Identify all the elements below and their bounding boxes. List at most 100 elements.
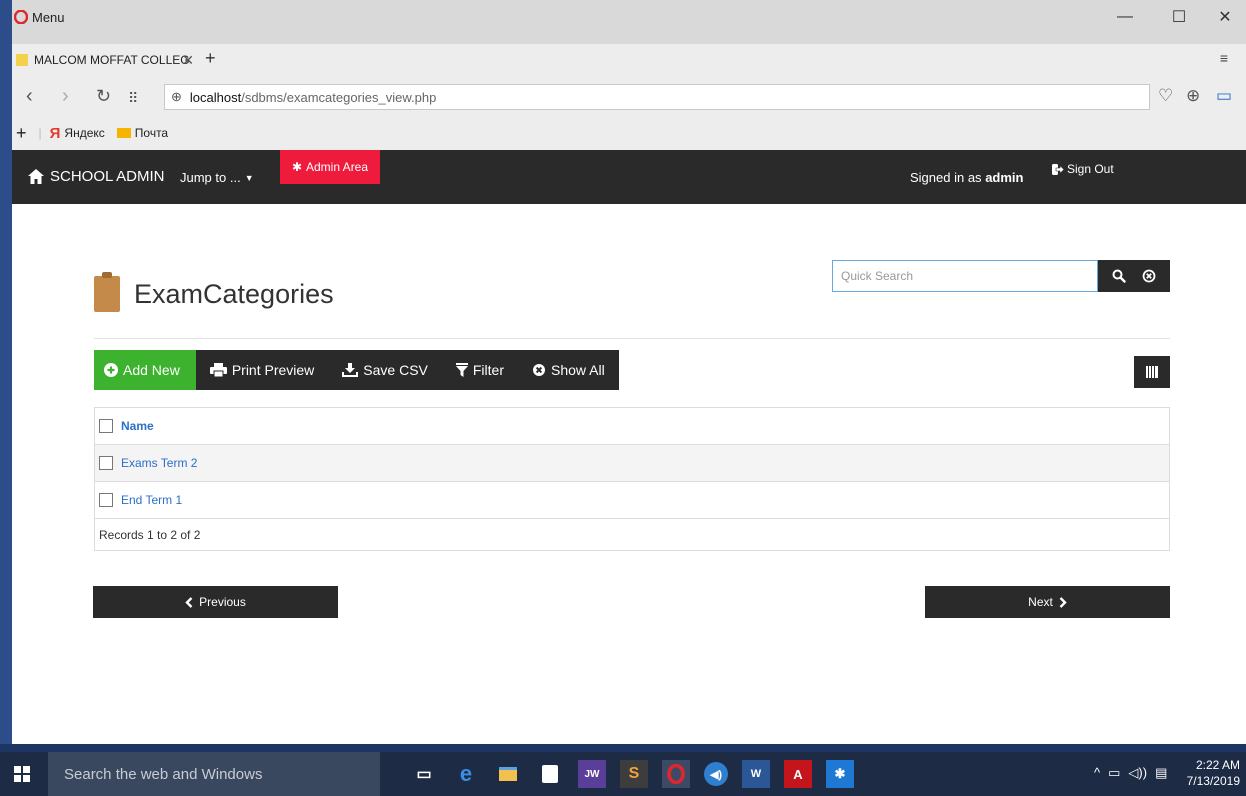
battery-saver-button[interactable]: ▭ bbox=[1216, 86, 1232, 106]
opera-menu-button[interactable]: Menu bbox=[14, 6, 65, 28]
action-center-icon[interactable]: ▤ bbox=[1155, 765, 1167, 781]
tab-close-icon[interactable]: ✕ bbox=[182, 52, 194, 69]
clear-search-icon[interactable] bbox=[1142, 269, 1156, 283]
bookmark-yandex[interactable]: Я Яндекс bbox=[50, 125, 105, 142]
select-all-checkbox[interactable] bbox=[99, 419, 113, 433]
brand-link[interactable]: SCHOOL ADMIN bbox=[28, 168, 164, 185]
back-icon: ‹ bbox=[26, 85, 33, 107]
sign-out-link[interactable]: Sign Out bbox=[1052, 162, 1114, 176]
close-window-button[interactable]: ✕ bbox=[1208, 4, 1242, 30]
name-column-header[interactable]: Name bbox=[121, 419, 154, 433]
taskbar-search-box[interactable]: Search the web and Windows bbox=[48, 752, 380, 796]
forward-button[interactable]: › bbox=[62, 86, 69, 106]
search-icon[interactable] bbox=[1112, 269, 1126, 283]
sign-out-icon bbox=[1052, 163, 1064, 175]
file-explorer-icon[interactable] bbox=[494, 760, 522, 788]
address-bar[interactable]: ⊕ localhost /sdbms/examcategories_view.p… bbox=[164, 84, 1150, 110]
row-checkbox[interactable] bbox=[99, 456, 113, 470]
opera-taskbar-icon[interactable] bbox=[662, 760, 690, 788]
task-view-icon[interactable]: ▭ bbox=[410, 760, 438, 788]
back-button[interactable]: ‹ bbox=[26, 86, 33, 106]
filter-button[interactable]: Filter bbox=[441, 350, 518, 390]
windows-logo-pane bbox=[23, 775, 30, 782]
sublime-icon[interactable]: S bbox=[620, 760, 648, 788]
start-button[interactable] bbox=[14, 766, 30, 782]
plus-circle-icon bbox=[104, 363, 118, 377]
clock-date: 7/13/2019 bbox=[1186, 774, 1240, 788]
bookmark-heart-button[interactable]: ♡ bbox=[1158, 86, 1173, 106]
row-checkbox[interactable] bbox=[99, 493, 113, 507]
speed-dial-button[interactable]: ⠿ bbox=[128, 88, 138, 108]
quick-search-field[interactable] bbox=[832, 260, 1098, 292]
bookmark-mail[interactable]: Почта bbox=[116, 126, 169, 140]
windows-logo-pane bbox=[14, 775, 21, 782]
settings-app-icon[interactable]: ✱ bbox=[826, 760, 854, 788]
browser-chrome: Menu — ☐ ✕ MALCOM MOFFAT COLLEG ✕ + ≡ ‹ … bbox=[0, 0, 1246, 744]
chevron-right-icon bbox=[1059, 596, 1067, 608]
browser-tab[interactable]: MALCOM MOFFAT COLLEG ✕ bbox=[12, 48, 198, 72]
download-icon: ⊕ bbox=[1186, 86, 1201, 105]
jw-library-icon[interactable]: JW bbox=[578, 760, 606, 788]
action-toolbar: Add New Print Preview Save CSV Filter Sh… bbox=[94, 350, 619, 390]
plus-icon: + bbox=[16, 122, 27, 143]
minimize-icon: — bbox=[1117, 8, 1133, 25]
show-all-button[interactable]: Show All bbox=[518, 350, 619, 390]
previous-label: Previous bbox=[199, 595, 246, 609]
quick-search-input[interactable] bbox=[841, 269, 1097, 283]
print-preview-button[interactable]: Print Preview bbox=[195, 350, 329, 390]
tab-menu-button[interactable]: ≡ bbox=[1220, 50, 1228, 66]
main-content: ExamCategories Add New Print Preview bbox=[12, 204, 1246, 744]
next-page-button[interactable]: Next bbox=[925, 586, 1170, 618]
columns-button[interactable] bbox=[1134, 356, 1170, 388]
acrobat-icon[interactable]: A bbox=[784, 760, 812, 788]
close-icon: ✕ bbox=[1218, 9, 1232, 26]
globe-icon: ⊕ bbox=[171, 89, 182, 104]
jump-to-dropdown[interactable]: Jump to ... ▼ bbox=[180, 170, 254, 185]
record-link[interactable]: End Term 1 bbox=[121, 493, 182, 507]
new-tab-button[interactable]: + bbox=[205, 48, 216, 69]
print-preview-label: Print Preview bbox=[231, 362, 315, 378]
add-new-label: Add New bbox=[123, 362, 180, 378]
maximize-button[interactable]: ☐ bbox=[1162, 4, 1196, 30]
add-bookmark-button[interactable]: + bbox=[16, 123, 27, 144]
heart-icon: ♡ bbox=[1158, 86, 1174, 105]
edge-icon[interactable]: e bbox=[452, 760, 480, 788]
battery-icon: ▭ bbox=[1216, 86, 1233, 105]
signed-in-prefix: Signed in as bbox=[910, 170, 982, 185]
volume-icon[interactable]: ◁)) bbox=[1128, 765, 1147, 781]
taskbar-clock[interactable]: 2:22 AM 7/13/2019 bbox=[1187, 757, 1240, 789]
media-player-icon[interactable]: ◀) bbox=[704, 762, 728, 786]
battery-icon[interactable]: ▭ bbox=[1108, 765, 1120, 781]
minimize-button[interactable]: — bbox=[1108, 4, 1142, 30]
store-icon[interactable] bbox=[536, 760, 564, 788]
clipboard-icon bbox=[94, 272, 120, 312]
url-host: localhost bbox=[189, 89, 242, 105]
maximize-icon: ☐ bbox=[1171, 9, 1187, 26]
records-table: Name Exams Term 2 End Term 1 Records 1 t… bbox=[94, 407, 1170, 551]
records-count: Records 1 to 2 of 2 bbox=[99, 527, 201, 542]
bookmark-mail-label: Почта bbox=[134, 126, 169, 140]
admin-area-button[interactable]: ✱ Admin Area bbox=[280, 150, 380, 184]
add-new-button[interactable]: Add New bbox=[94, 350, 196, 390]
previous-page-button[interactable]: Previous bbox=[93, 586, 338, 618]
yandex-icon: Я bbox=[49, 124, 61, 142]
print-icon bbox=[209, 363, 227, 377]
opera-logo-icon bbox=[14, 10, 28, 24]
clock-time: 2:22 AM bbox=[1195, 758, 1240, 772]
table-row: End Term 1 bbox=[95, 482, 1169, 519]
save-csv-button[interactable]: Save CSV bbox=[328, 350, 442, 390]
save-csv-label: Save CSV bbox=[363, 362, 428, 378]
table-footer-row: Records 1 to 2 of 2 bbox=[95, 519, 1169, 550]
downloads-button[interactable]: ⊕ bbox=[1186, 86, 1200, 106]
bookmarks-divider: | bbox=[38, 126, 42, 140]
windows-logo-icon bbox=[14, 766, 21, 773]
chevron-up-icon[interactable]: ^ bbox=[1094, 765, 1100, 781]
word-icon[interactable]: W bbox=[742, 760, 770, 788]
page-header: ExamCategories bbox=[94, 272, 334, 312]
mail-icon bbox=[116, 128, 131, 138]
reload-button[interactable]: ↻ bbox=[96, 86, 111, 106]
header-divider bbox=[94, 338, 1170, 339]
windows-taskbar: Search the web and Windows ▭ e JW S ◀) W… bbox=[0, 752, 1246, 796]
record-link[interactable]: Exams Term 2 bbox=[121, 456, 197, 470]
browser-titlebar: Menu — ☐ ✕ bbox=[12, 0, 1246, 44]
